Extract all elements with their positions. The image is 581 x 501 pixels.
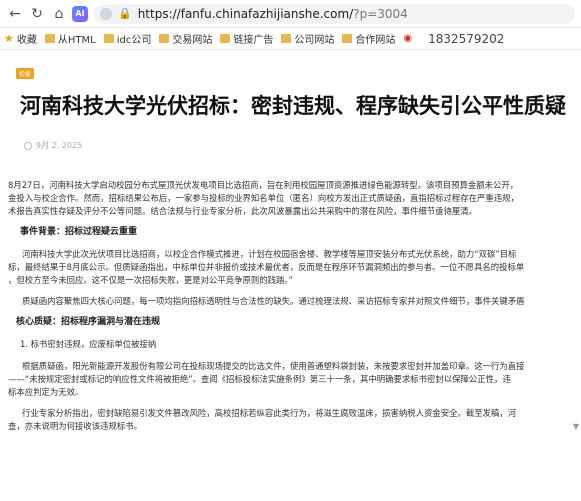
browser-toolbar: ← ↻ ⌂ AI 🔒 https://fanfu.chinafazhijians… — [0, 0, 581, 28]
folder-icon — [159, 34, 170, 43]
folder-icon — [281, 34, 292, 43]
bookmark-item[interactable]: 合作网站 — [342, 31, 395, 46]
article-date: 9月 2, 2025 — [36, 141, 83, 150]
paragraph: 质疑函内容聚焦四大核心问题，每一项均指向招标透明性与合法性的缺失。通过梳理法规、… — [22, 296, 525, 306]
reload-icon[interactable]: ↻ — [28, 5, 46, 23]
home-icon[interactable]: ⌂ — [50, 5, 68, 23]
category-tag[interactable]: 松板 — [16, 68, 35, 79]
phone-number: 1832579202 — [428, 31, 505, 46]
list-item: 1. 标书密封违规，应废标单位被接纳 — [20, 339, 157, 349]
section-heading: 事件背景：招标过程疑云重重 — [20, 227, 138, 237]
favorites-button[interactable]: ★ 收藏 — [4, 31, 37, 46]
folder-icon — [44, 34, 55, 43]
back-icon[interactable]: ← — [6, 5, 24, 23]
extension-icon[interactable] — [100, 7, 112, 20]
lock-icon: 🔒 — [118, 7, 132, 20]
address-bar[interactable]: 🔒 https://fanfu.chinafazhijianshe.com/ ?… — [94, 3, 575, 24]
paragraph: 8月27日，河南科技大学启动校园分布式屋顶光伏发电项目比选招商，旨在利用校园屋顶… — [8, 180, 519, 216]
bookmark-item[interactable]: 从HTML — [44, 31, 96, 46]
bookmark-item[interactable]: 公司网站 — [281, 31, 334, 46]
paragraph: 河南科技大学此次光伏项目比选招商，以校企合作模式推进，计划在校园宿舍楼、教学楼等… — [8, 249, 525, 285]
star-icon: ★ — [4, 32, 14, 45]
section-heading: 核心质疑：招标程序漏洞与潜在违规 — [16, 317, 161, 327]
bookmark-item[interactable]: 链接广告 — [220, 31, 273, 46]
folder-icon — [220, 34, 231, 43]
page-content: 松板 河南科技大学光伏招标：密封违规、程序缺失引公平性质疑 9月 2, 2025… — [0, 50, 581, 433]
url-query: ?p=3004 — [353, 6, 408, 21]
paragraph: 根据质疑函，阳光新能源开发股份有限公司在投标现场提交的比选文件，使用普通塑料袋封… — [8, 361, 525, 397]
scroll-down-icon[interactable]: ▼ — [573, 422, 579, 431]
article-body: 8月27日，河南科技大学启动校园分布式屋顶光伏发电项目比选招商，旨在利用校园屋顶… — [8, 179, 575, 433]
bookmark-item[interactable]: idc公司 — [103, 31, 151, 46]
article-title: 河南科技大学光伏招标：密封违规、程序缺失引公平性质疑 — [20, 94, 566, 118]
ai-assistant-icon[interactable]: AI — [72, 5, 88, 22]
article-meta: 9月 2, 2025 — [24, 140, 575, 151]
bookmark-item[interactable]: 交易网站 — [159, 31, 212, 46]
folder-icon — [342, 34, 353, 43]
url-base: https://fanfu.chinafazhijianshe.com/ — [137, 6, 354, 21]
clock-icon — [24, 141, 32, 150]
bookmarks-bar: ★ 收藏 从HTML idc公司 交易网站 链接广告 公司网站 合作网站 ◉ 1… — [0, 28, 581, 50]
paragraph: 行业专家分析指出，密封缺陷易引发文件篡改风险，高校招标若纵容此类行为，将滋生腐败… — [8, 408, 517, 431]
folder-icon — [103, 34, 114, 43]
weibo-icon[interactable]: ◉ — [403, 33, 412, 44]
